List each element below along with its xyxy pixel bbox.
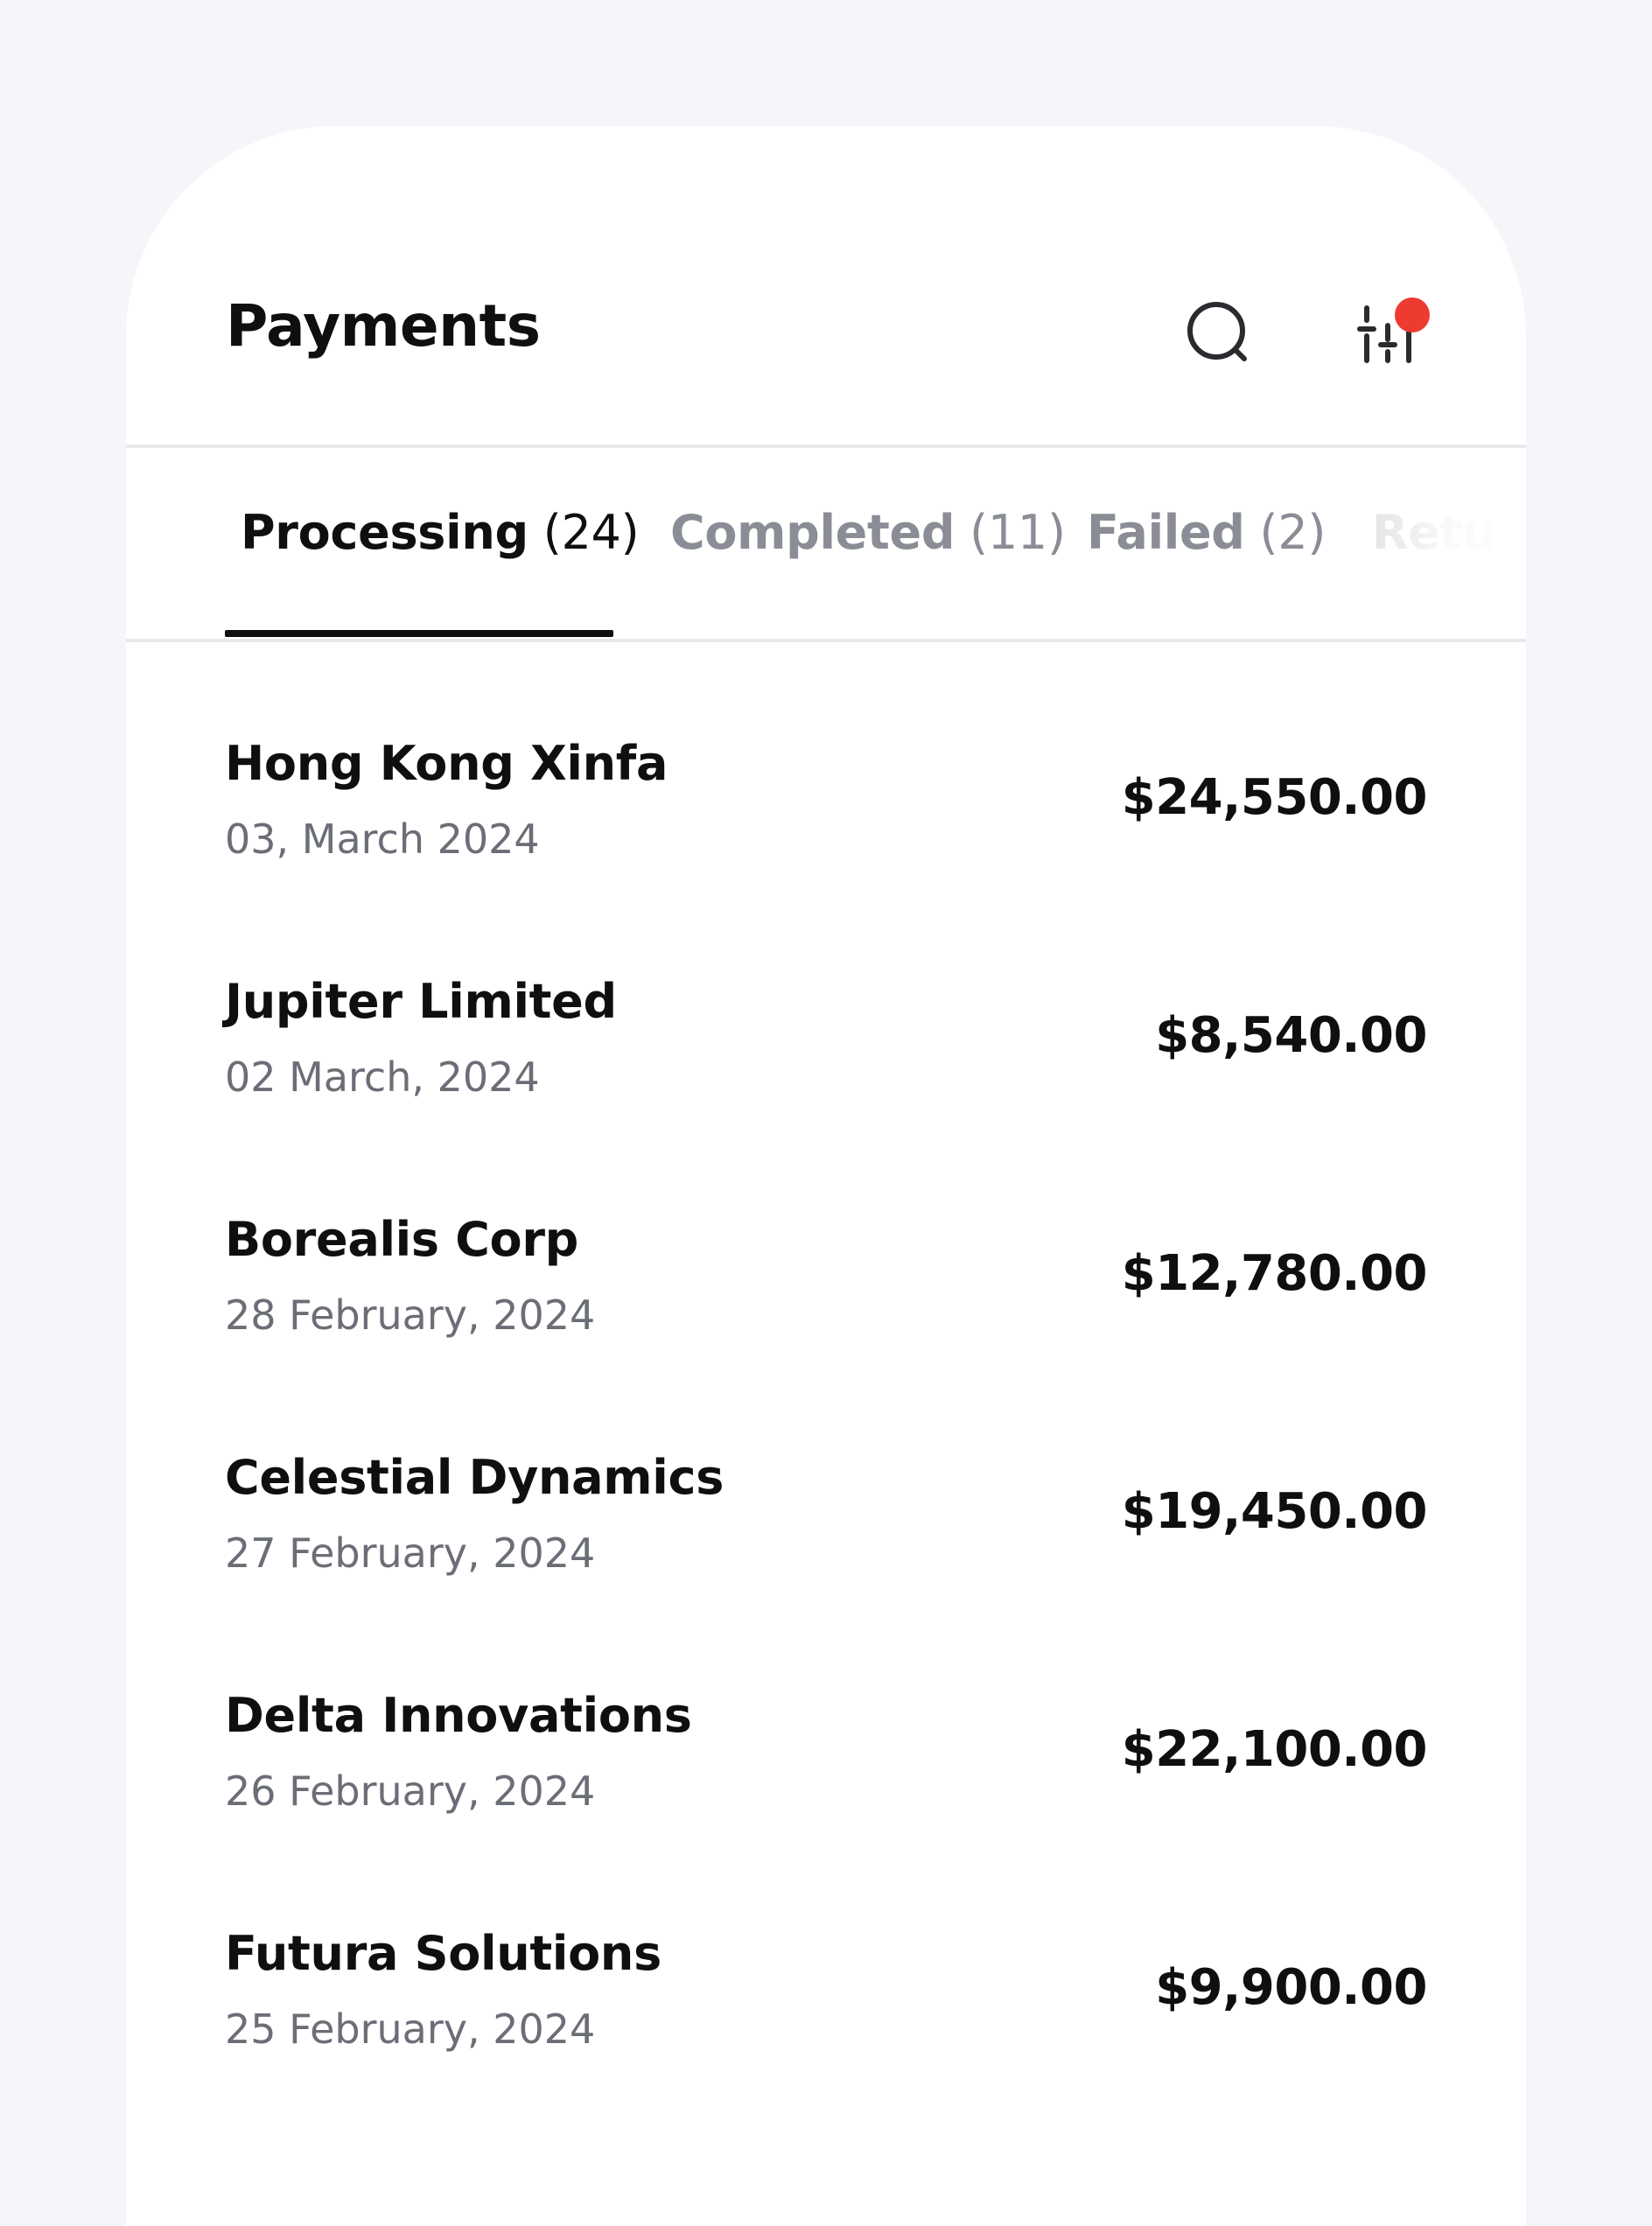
payment-amount: $8,540.00 [1155,1007,1427,1064]
tab-processing[interactable]: Processing (24) [241,509,640,556]
tab-returned[interactable]: Retu [1372,509,1496,556]
tab-bar: Processing (24) Completed (11) Failed (2… [126,448,1526,642]
payment-date: 26 February, 2024 [225,1768,596,1815]
page-title: Payments [226,292,541,360]
tab-failed[interactable]: Failed (2) [1087,509,1326,556]
active-tab-indicator [225,630,613,637]
tab-count: (2) [1259,505,1326,560]
payee-name: Futura Solutions [225,1926,662,1981]
payment-row[interactable]: Celestial Dynamics 27 February, 2024 $19… [126,1356,1526,1594]
payee-name: Hong Kong Xinfa [225,736,668,791]
tab-label: Retu [1372,505,1496,560]
app-header: Payments [126,126,1526,448]
payment-date: 03, March 2024 [225,816,540,863]
payment-row[interactable]: Futura Solutions 25 February, 2024 $9,90… [126,1832,1526,2070]
payment-row[interactable]: Borealis Corp 28 February, 2024 $12,780.… [126,1118,1526,1356]
tab-label: Processing [241,505,528,560]
tab-label: Failed [1087,505,1245,560]
search-icon [1187,302,1247,361]
notification-dot [1395,298,1430,332]
search-button[interactable] [1178,292,1262,376]
payment-row[interactable]: Jupiter Limited 02 March, 2024 $8,540.00 [126,880,1526,1118]
payment-date: 02 March, 2024 [225,1054,540,1101]
tab-count: (24) [542,505,640,560]
payee-name: Delta Innovations [225,1688,692,1743]
payment-amount: $9,900.00 [1155,1959,1427,2016]
payment-row[interactable]: Hong Kong Xinfa 03, March 2024 $24,550.0… [126,642,1526,880]
payment-date: 25 February, 2024 [225,2006,596,2053]
tab-completed[interactable]: Completed (11) [670,509,1066,556]
payee-name: Borealis Corp [225,1212,579,1267]
tab-count: (11) [970,505,1066,560]
payment-amount: $24,550.00 [1121,769,1428,826]
payment-date: 27 February, 2024 [225,1530,596,1577]
payment-amount: $22,100.00 [1121,1721,1428,1778]
payment-date: 28 February, 2024 [225,1292,596,1339]
phone-screen: Payments Processing (24) Completed (11) … [126,126,1526,2226]
tab-label: Completed [670,505,956,560]
payment-amount: $12,780.00 [1121,1245,1428,1302]
payment-amount: $19,450.00 [1121,1483,1428,1540]
payment-row[interactable]: Delta Innovations 26 February, 2024 $22,… [126,1594,1526,1832]
payee-name: Jupiter Limited [225,974,617,1029]
payee-name: Celestial Dynamics [225,1450,724,1505]
payments-list: Hong Kong Xinfa 03, March 2024 $24,550.0… [126,642,1526,2070]
